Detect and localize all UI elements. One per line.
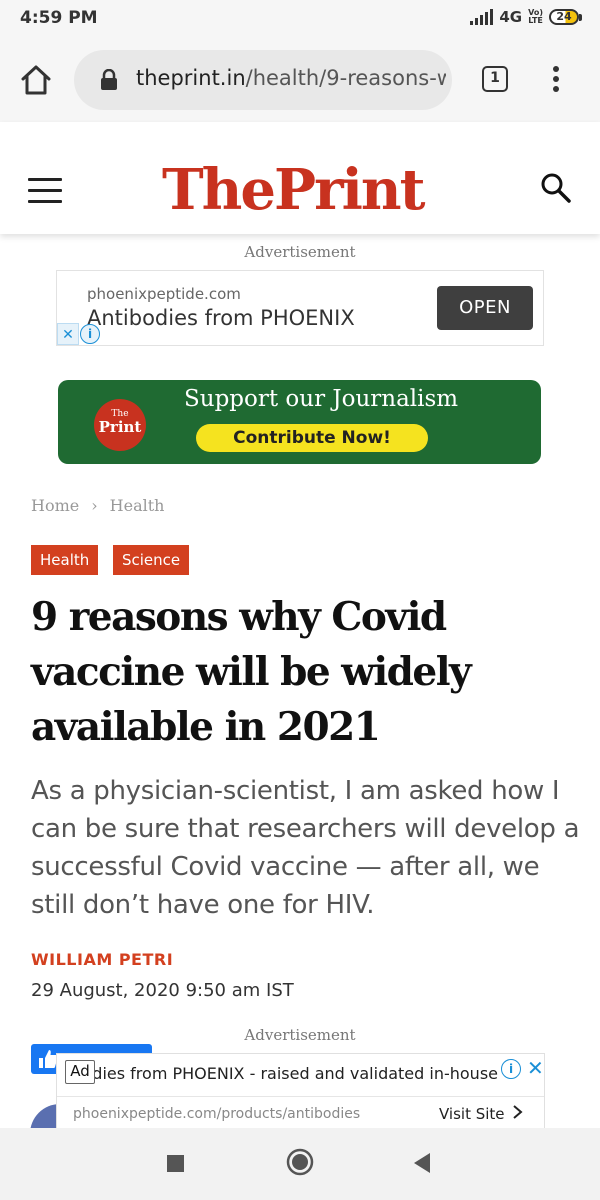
tag-science[interactable]: Science	[113, 545, 190, 575]
back-nav-button[interactable]	[412, 1152, 432, 1174]
network-type: 4G	[499, 8, 523, 26]
url-text[interactable]: theprint.in/health/9-reasons-why-covid-v…	[136, 66, 446, 90]
site-logo[interactable]: ThePrint	[162, 158, 425, 222]
contribute-button[interactable]: Contribute Now!	[196, 424, 428, 452]
status-indicators: 4G Vo) LTE 24	[470, 8, 582, 26]
ad-label-bottom: Advertisement	[244, 1026, 356, 1044]
ad-bottom-title[interactable]: Antibodies from PHOENIX - raised and val…	[95, 1064, 498, 1083]
browser-home-button[interactable]	[18, 62, 54, 98]
article-headline: 9 reasons why Covid vaccine will be wide…	[31, 594, 472, 750]
ad-open-button[interactable]: OPEN	[437, 286, 533, 330]
tag-health[interactable]: Health	[31, 545, 99, 575]
lock-icon	[101, 69, 117, 90]
address-bar[interactable]: theprint.in/health/9-reasons-why-covid-v…	[74, 50, 452, 110]
ad-info-icon[interactable]: i	[80, 324, 100, 344]
article-author[interactable]: WILLIAM PETRI	[31, 950, 173, 969]
hamburger-menu-icon[interactable]	[28, 178, 62, 204]
ad-domain: phoenixpeptide.com	[87, 285, 241, 303]
breadcrumb: Home › Health	[31, 496, 164, 515]
ad-close-icon[interactable]: ✕	[527, 1056, 544, 1080]
article-dek: As a physician-scientist, I am asked how…	[31, 776, 580, 920]
search-icon[interactable]	[540, 172, 572, 204]
recent-apps-button[interactable]	[167, 1155, 184, 1172]
chevron-right-icon[interactable]	[511, 1104, 525, 1120]
tab-switcher-button[interactable]: 1	[482, 66, 508, 92]
ad-close-icon[interactable]: ✕	[57, 323, 79, 345]
battery-level: 24	[549, 9, 579, 25]
support-title: Support our Journalism	[184, 386, 459, 412]
battery-icon: 24	[549, 9, 582, 25]
breadcrumb-home[interactable]: Home	[31, 496, 79, 515]
status-time: 4:59 PM	[20, 8, 98, 28]
home-icon	[21, 65, 51, 95]
breadcrumb-separator: ›	[91, 496, 98, 515]
site-header: ThePrint	[0, 122, 600, 234]
ad-divider	[57, 1096, 544, 1097]
system-navigation-bar	[0, 1128, 600, 1200]
ad-badge: Ad	[65, 1060, 95, 1084]
ad-title[interactable]: Antibodies from PHOENIX	[87, 306, 355, 330]
ad-banner-top[interactable]: phoenixpeptide.com Antibodies from PHOEN…	[56, 270, 544, 346]
theprint-badge-logo: The Print	[94, 399, 146, 451]
ad-bottom-url: phoenixpeptide.com/products/antibodies	[73, 1106, 361, 1122]
ad-banner-bottom[interactable]: Ad Antibodies from PHOENIX - raised and …	[56, 1053, 545, 1129]
visit-site-link[interactable]: Visit Site	[439, 1105, 505, 1123]
signal-icon	[470, 9, 494, 25]
browser-menu-button[interactable]	[550, 66, 562, 94]
ad-choices[interactable]: ✕ i	[57, 323, 101, 345]
breadcrumb-section[interactable]: Health	[110, 496, 165, 515]
ad-info-icon[interactable]: i	[501, 1059, 521, 1079]
status-bar: 4:59 PM 4G Vo) LTE 24	[0, 0, 600, 38]
support-journalism-banner[interactable]: The Print Support our Journalism Contrib…	[58, 380, 541, 464]
volte-indicator: Vo) LTE	[528, 8, 543, 25]
home-nav-button[interactable]	[286, 1148, 314, 1176]
browser-toolbar: theprint.in/health/9-reasons-why-covid-v…	[0, 38, 600, 122]
ad-label: Advertisement	[244, 243, 356, 261]
article-date: 29 August, 2020 9:50 am IST	[31, 980, 294, 1001]
